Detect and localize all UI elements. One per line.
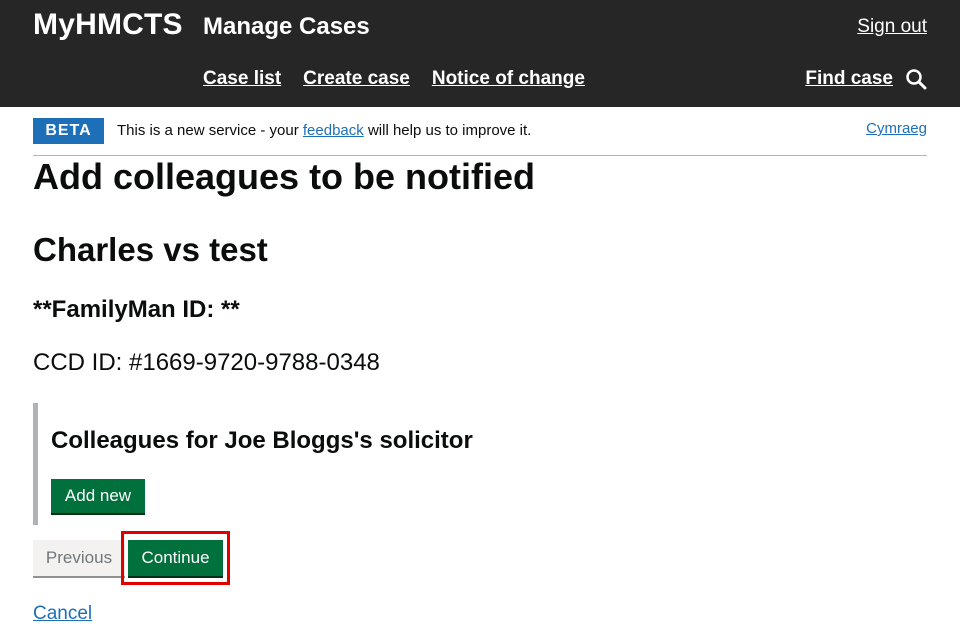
colleagues-section-title: Colleagues for Joe Bloggs's solicitor: [51, 427, 473, 454]
find-case-link[interactable]: Find case: [805, 68, 893, 90]
feedback-link[interactable]: feedback: [303, 122, 364, 139]
language-toggle-link[interactable]: Cymraeg: [866, 120, 927, 137]
phase-banner: BETA This is a new service - your feedba…: [33, 118, 927, 156]
colleagues-section: Colleagues for Joe Bloggs's solicitor Ad…: [33, 403, 518, 525]
primary-nav: Case list Create case Notice of change: [203, 68, 585, 90]
ccd-id: CCD ID: #1669-9720-9788-0348: [33, 349, 380, 376]
case-name: Charles vs test: [33, 231, 268, 268]
find-case[interactable]: Find case: [805, 68, 927, 90]
brand-logo[interactable]: MyHMCTS: [33, 8, 183, 42]
site-header: MyHMCTS Manage Cases Sign out Case list …: [0, 0, 960, 107]
sign-out-link[interactable]: Sign out: [857, 16, 927, 38]
page-title: Add colleagues to be notified: [33, 156, 536, 197]
nav-create-case[interactable]: Create case: [303, 68, 410, 90]
previous-button[interactable]: Previous: [33, 540, 125, 576]
continue-highlight: Continue: [121, 531, 230, 585]
continue-button[interactable]: Continue: [128, 540, 223, 576]
familyman-id: **FamilyMan ID: **: [33, 296, 240, 323]
beta-tag: BETA: [33, 118, 104, 144]
phase-text-after: will help us to improve it.: [363, 122, 532, 139]
nav-notice-of-change[interactable]: Notice of change: [432, 68, 585, 90]
search-icon[interactable]: [905, 68, 927, 90]
phase-banner-text: This is a new service - your feedback wi…: [117, 122, 531, 139]
cancel-link[interactable]: Cancel: [33, 603, 92, 625]
service-name[interactable]: Manage Cases: [203, 13, 370, 41]
add-new-button[interactable]: Add new: [51, 479, 145, 513]
nav-case-list[interactable]: Case list: [203, 68, 281, 90]
phase-text-before: This is a new service - your: [117, 122, 303, 139]
